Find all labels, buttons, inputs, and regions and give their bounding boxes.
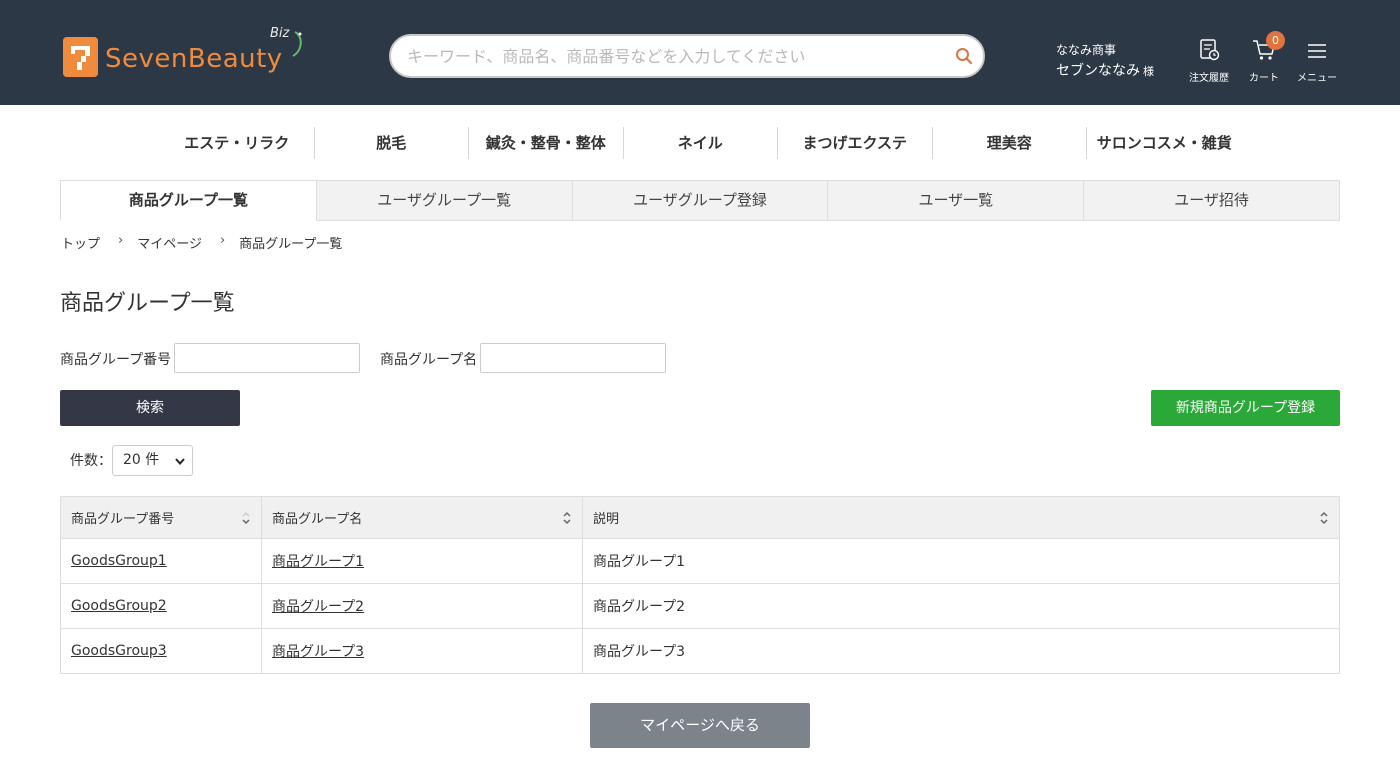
search-box <box>389 34 985 78</box>
hamburger-menu-icon <box>1308 44 1326 58</box>
search-input[interactable] <box>391 36 931 76</box>
tab-user-list[interactable]: ユーザ一覧 <box>828 180 1085 221</box>
tab-user-group-list[interactable]: ユーザグループ一覧 <box>316 180 573 221</box>
menu-button[interactable]: メニュー <box>1293 38 1341 84</box>
group-name-link[interactable]: 商品グループ3 <box>272 644 364 660</box>
user-name-line: セブンななみ様 <box>1056 58 1154 85</box>
user-company: ななみ商事 <box>1056 43 1117 57</box>
user-name: セブンななみ <box>1056 63 1140 79</box>
group-description: 商品グループ3 <box>593 644 686 660</box>
breadcrumb-separator-icon: › <box>219 233 226 248</box>
order-history-icon <box>1200 39 1220 61</box>
menu-label: メニュー <box>1297 73 1337 84</box>
search-icon[interactable] <box>955 47 973 65</box>
count-label: 件数： <box>70 453 112 469</box>
breadcrumb: トップ › マイページ › 商品グループ一覧 <box>61 233 342 252</box>
page-title: 商品グループ一覧 <box>60 291 235 316</box>
category-shinkyu[interactable]: 鍼灸・整骨・整体 <box>469 127 624 159</box>
cart-button[interactable]: 0 カート <box>1240 31 1288 84</box>
table-row: GoodsGroup2 商品グループ2 商品グループ2 <box>60 583 1340 629</box>
logo-swoosh-icon <box>292 31 302 57</box>
search-button[interactable]: 検索 <box>60 390 240 426</box>
sort-desc-icon <box>242 511 250 525</box>
column-header-group-name[interactable]: 商品グループ名 <box>261 496 583 539</box>
tab-user-invite[interactable]: ユーザ招待 <box>1084 180 1340 221</box>
category-datsumo[interactable]: 脱毛 <box>315 127 469 159</box>
count-select[interactable]: 20 件 <box>112 445 193 476</box>
count-select-value: 20 件 <box>123 452 160 468</box>
site-logo[interactable]: SevenBeauty Biz <box>63 26 302 78</box>
user-honorific: 様 <box>1143 65 1154 78</box>
sort-icon <box>563 511 571 525</box>
breadcrumb-mypage[interactable]: マイページ <box>137 233 202 252</box>
breadcrumb-current: 商品グループ一覧 <box>239 237 343 252</box>
goods-group-table: 商品グループ番号 商品グループ名 説明 GoodsGroup1 商品グループ1 … <box>60 496 1340 674</box>
group-name-link[interactable]: 商品グループ2 <box>272 599 364 615</box>
chevron-down-icon <box>175 458 185 466</box>
column-header-description[interactable]: 説明 <box>582 496 1340 539</box>
logo-text: SevenBeauty <box>105 44 283 74</box>
site-header: SevenBeauty Biz ななみ商事 セブンななみ様 注文履歴 <box>0 0 1400 105</box>
group-number-link[interactable]: GoodsGroup3 <box>71 643 167 659</box>
table-row: GoodsGroup3 商品グループ3 商品グループ3 <box>60 628 1340 674</box>
group-name-input[interactable] <box>480 343 666 373</box>
group-number-label: 商品グループ番号 <box>60 352 172 368</box>
cart-count-badge: 0 <box>1266 31 1285 50</box>
group-number-link[interactable]: GoodsGroup2 <box>71 598 167 614</box>
tab-user-group-register[interactable]: ユーザグループ登録 <box>572 180 829 221</box>
cart-label: カート <box>1249 73 1279 84</box>
order-history-button[interactable]: 注文履歴 <box>1185 38 1233 84</box>
column-header-label: 商品グループ番号 <box>71 512 175 527</box>
group-number-link[interactable]: GoodsGroup1 <box>71 553 167 569</box>
group-name-label: 商品グループ名 <box>380 352 478 368</box>
category-salon-cosme[interactable]: サロンコスメ・雑貨 <box>1087 127 1242 159</box>
column-header-label: 説明 <box>593 512 620 527</box>
breadcrumb-separator-icon: › <box>118 233 124 248</box>
back-to-mypage-button[interactable]: マイページへ戻る <box>590 703 810 748</box>
user-info[interactable]: ななみ商事 セブンななみ様 <box>1056 42 1154 85</box>
tab-goods-group-list[interactable]: 商品グループ一覧 <box>60 180 317 221</box>
category-hair-beauty[interactable]: 理美容 <box>933 127 1087 159</box>
category-esthe[interactable]: エステ・リラク <box>160 127 315 159</box>
table-row: GoodsGroup1 商品グループ1 商品グループ1 <box>60 538 1340 584</box>
group-number-input[interactable] <box>174 343 360 373</box>
order-history-label: 注文履歴 <box>1189 73 1229 84</box>
column-header-label: 商品グループ名 <box>272 512 363 527</box>
group-description: 商品グループ2 <box>593 599 686 615</box>
breadcrumb-top[interactable]: トップ <box>61 233 100 252</box>
category-nav: エステ・リラク 脱毛 鍼灸・整骨・整体 ネイル まつげエクステ 理美容 サロンコ… <box>160 127 1242 159</box>
group-description: 商品グループ1 <box>593 554 686 570</box>
sort-icon <box>1320 511 1328 525</box>
table-header-row: 商品グループ番号 商品グループ名 説明 <box>60 496 1340 539</box>
category-nail[interactable]: ネイル <box>624 127 778 159</box>
new-goods-group-button[interactable]: 新規商品グループ登録 <box>1151 390 1340 426</box>
group-name-link[interactable]: 商品グループ1 <box>272 554 364 570</box>
logo-seven-mark <box>63 37 98 77</box>
column-header-group-number[interactable]: 商品グループ番号 <box>60 496 262 539</box>
mypage-tabs: 商品グループ一覧 ユーザグループ一覧 ユーザグループ登録 ユーザ一覧 ユーザ招待 <box>60 180 1340 221</box>
category-eyelash[interactable]: まつげエクステ <box>778 127 933 159</box>
